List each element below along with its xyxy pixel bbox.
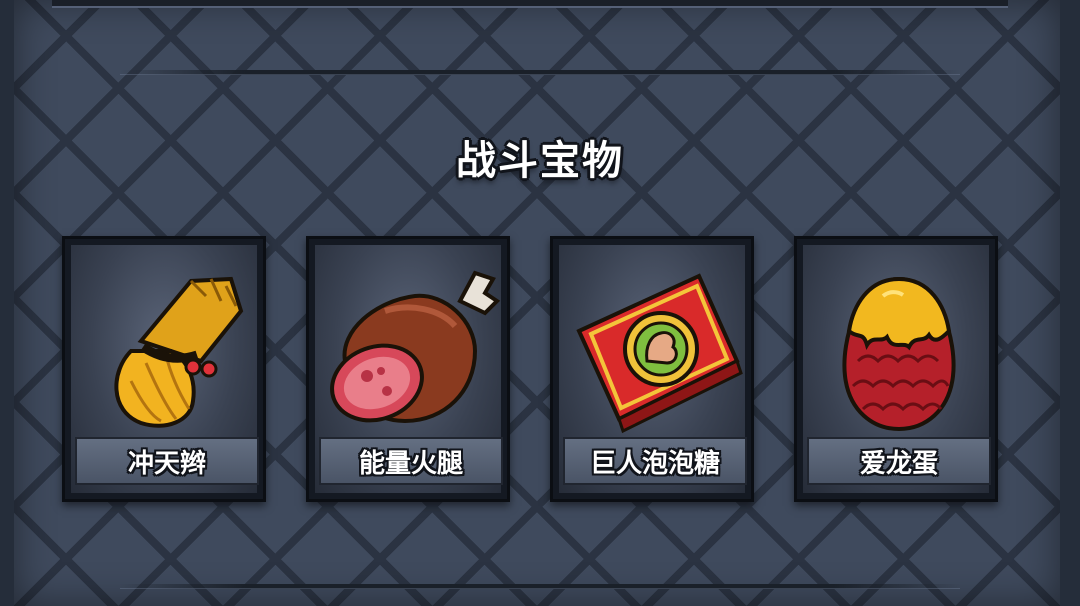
- ponytail-tuft-icon: [114, 276, 244, 428]
- ham-icon: [330, 270, 501, 424]
- item-label-bar: 爱龙蛋: [807, 437, 991, 485]
- item-label-bar: 能量火腿: [319, 437, 503, 485]
- card-background: 能量火腿: [315, 245, 503, 493]
- left-frame-edge: [0, 0, 14, 606]
- item-label-bar: 冲天辫: [75, 437, 259, 485]
- item-name: 巨人泡泡糖: [589, 448, 720, 479]
- item-name: 冲天辫: [127, 448, 206, 479]
- treasure-card-2[interactable]: 能量火腿: [306, 236, 510, 502]
- dragon-egg-icon: [842, 276, 956, 432]
- section-divider-top: [120, 70, 960, 75]
- treasure-card-1[interactable]: 冲天辫: [62, 236, 266, 502]
- right-frame-edge: [1060, 0, 1080, 606]
- section-divider-bottom: [120, 584, 960, 589]
- item-name: 能量火腿: [358, 448, 463, 479]
- section-title: 战斗宝物: [456, 138, 624, 184]
- card-background: 巨人泡泡糖: [559, 245, 747, 493]
- card-background: 爱龙蛋: [803, 245, 991, 493]
- top-frame-bar: [52, 0, 1008, 8]
- item-label-bar: 巨人泡泡糖: [563, 437, 747, 485]
- item-name: 爱龙蛋: [859, 448, 938, 479]
- bubblegum-box-icon: [576, 273, 743, 434]
- treasure-card-4[interactable]: 爱龙蛋: [794, 236, 998, 502]
- treasure-card-3[interactable]: 巨人泡泡糖: [550, 236, 754, 502]
- card-background: 冲天辫: [71, 245, 259, 493]
